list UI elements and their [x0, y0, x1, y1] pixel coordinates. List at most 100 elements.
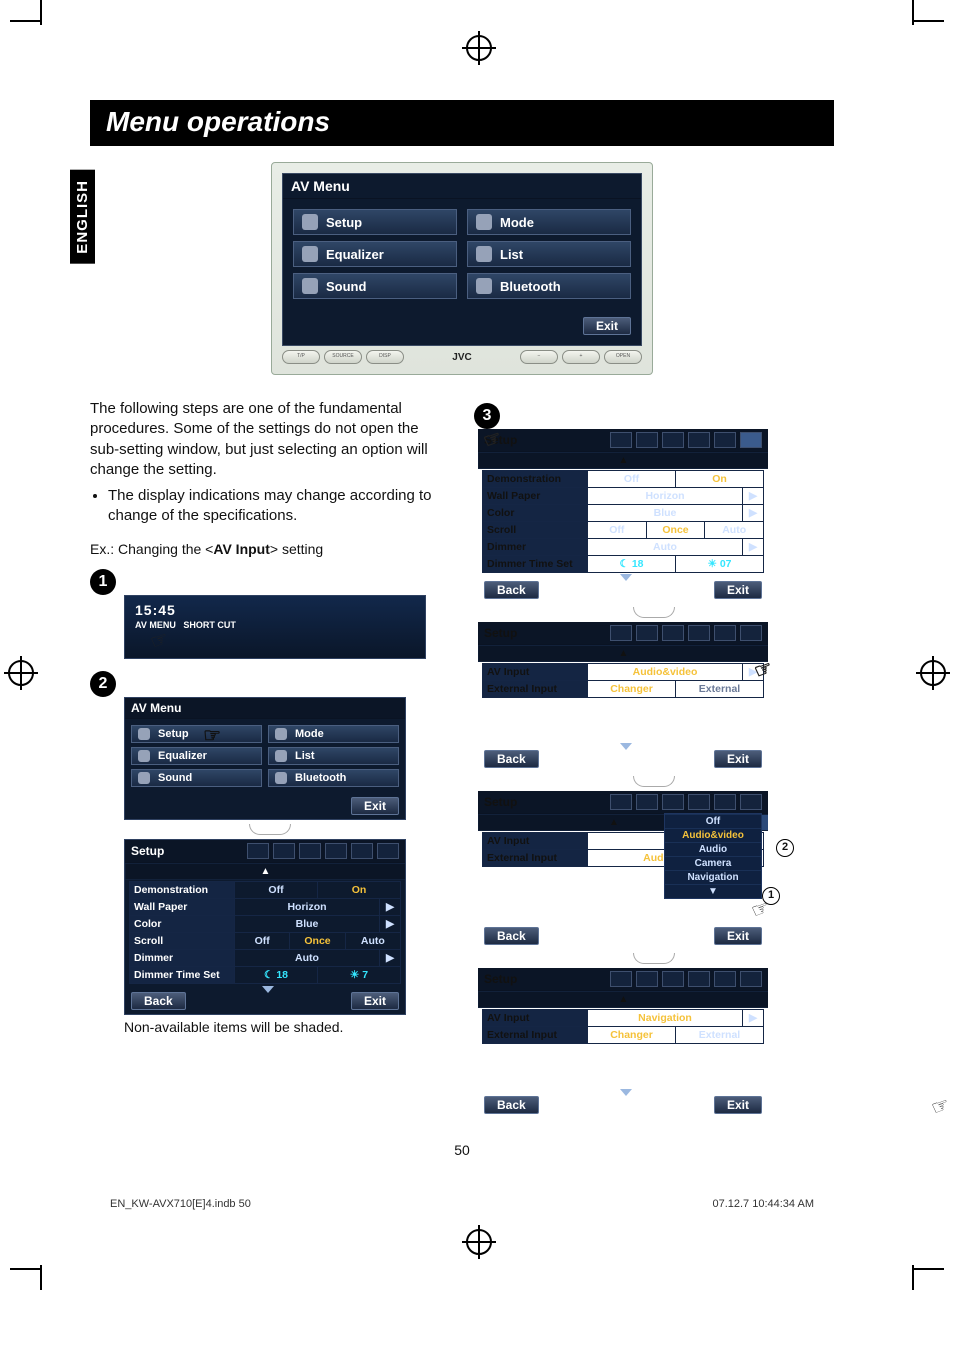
av-menu-item-list[interactable]: List — [467, 241, 631, 267]
scroll-up-button[interactable]: ▲ — [125, 864, 405, 879]
seg-off[interactable]: Off — [234, 882, 317, 898]
tab-icon[interactable] — [714, 432, 736, 448]
tab-icon[interactable] — [714, 971, 736, 987]
seg-value[interactable]: Navigation — [587, 1010, 742, 1026]
phys-btn-source[interactable]: SOURCE — [324, 350, 362, 364]
chevron-right-icon[interactable]: ▶ — [742, 1010, 763, 1026]
tab-icon[interactable] — [273, 843, 295, 859]
seg-value[interactable]: Auto — [234, 950, 379, 966]
tab-icon[interactable] — [740, 971, 762, 987]
av-menu-item-list[interactable]: List — [268, 747, 399, 765]
phys-btn-plus[interactable]: + — [562, 350, 600, 364]
seg-on[interactable]: On — [675, 471, 763, 487]
seg-value[interactable]: Audio&video — [587, 664, 742, 680]
back-button[interactable]: Back — [484, 1096, 539, 1114]
av-menu-item-equalizer[interactable]: Equalizer — [293, 241, 457, 267]
phys-btn-disp[interactable]: DISP — [366, 350, 404, 364]
seg-external[interactable]: External — [675, 681, 763, 697]
av-menu-item-mode[interactable]: Mode — [268, 725, 399, 743]
dd-item[interactable]: Audio — [665, 842, 761, 856]
seg-external[interactable]: External — [675, 1027, 763, 1043]
exit-button[interactable]: Exit — [351, 992, 399, 1010]
seg-changer[interactable]: Changer — [587, 1027, 675, 1043]
tab-icon[interactable] — [325, 843, 347, 859]
tab-icon[interactable] — [610, 794, 632, 810]
back-button[interactable]: Back — [484, 750, 539, 768]
exit-button[interactable]: Exit — [714, 581, 762, 599]
tab-icon[interactable] — [610, 625, 632, 641]
seg-off[interactable]: Off — [234, 933, 289, 949]
av-menu-item-equalizer[interactable]: Equalizer — [131, 747, 262, 765]
tab-icon[interactable] — [636, 625, 658, 641]
scroll-up-button[interactable]: ▲ — [478, 453, 768, 468]
tab-icon[interactable] — [636, 794, 658, 810]
scroll-down-button[interactable]: ▼ — [665, 884, 761, 898]
tab-icon[interactable] — [636, 432, 658, 448]
dd-item[interactable]: Audio&video — [665, 828, 761, 842]
tab-icon[interactable] — [714, 794, 736, 810]
phys-btn-tp[interactable]: T/P — [282, 350, 320, 364]
tab-icon[interactable] — [610, 971, 632, 987]
scroll-down-button[interactable] — [620, 581, 632, 599]
dd-item[interactable]: Off — [665, 814, 761, 828]
tab-icon[interactable] — [662, 794, 684, 810]
chevron-right-icon[interactable]: ▶ — [742, 539, 763, 555]
tab-icon[interactable] — [688, 625, 710, 641]
seg-value[interactable]: Blue — [587, 505, 742, 521]
tab-icon[interactable] — [688, 971, 710, 987]
scroll-down-button[interactable] — [262, 993, 274, 1008]
exit-button[interactable]: Exit — [351, 797, 399, 815]
av-menu-item-bluetooth[interactable]: Bluetooth — [467, 273, 631, 299]
scroll-down-button[interactable] — [620, 750, 632, 768]
seg-on[interactable]: On — [317, 882, 400, 898]
av-menu-item-sound[interactable]: Sound — [131, 769, 262, 787]
exit-button[interactable]: Exit — [714, 750, 762, 768]
tab-icon[interactable] — [662, 432, 684, 448]
seg-night[interactable]: ☾ 18 — [234, 967, 317, 983]
chevron-right-icon[interactable]: ▶ — [379, 899, 400, 915]
seg-auto[interactable]: Auto — [704, 522, 763, 538]
seg-auto[interactable]: Auto — [345, 933, 400, 949]
tab-icon[interactable] — [688, 432, 710, 448]
tab-icon[interactable] — [740, 794, 762, 810]
seg-changer[interactable]: Changer — [587, 681, 675, 697]
seg-once[interactable]: Once — [289, 933, 344, 949]
exit-button[interactable]: Exit — [583, 317, 631, 335]
av-menu-item-sound[interactable]: Sound — [293, 273, 457, 299]
tab-icon[interactable] — [247, 843, 269, 859]
tab-icon[interactable] — [740, 625, 762, 641]
seg-day[interactable]: ☀ 07 — [675, 556, 763, 572]
exit-button[interactable]: Exit — [714, 1096, 762, 1114]
tab-icon[interactable] — [714, 625, 736, 641]
seg-once[interactable]: Once — [646, 522, 705, 538]
dd-item[interactable]: Navigation — [665, 870, 761, 884]
phys-btn-minus[interactable]: − — [520, 350, 558, 364]
av-menu-item-setup[interactable]: Setup — [131, 725, 262, 743]
scroll-down-button[interactable] — [620, 1096, 632, 1114]
tab-icon[interactable] — [740, 432, 762, 448]
tab-icon[interactable] — [610, 432, 632, 448]
seg-value[interactable]: Horizon — [234, 899, 379, 915]
chevron-right-icon[interactable]: ▶ — [742, 488, 763, 504]
back-button[interactable]: Back — [484, 581, 539, 599]
back-button[interactable]: Back — [484, 927, 539, 945]
tab-icon[interactable] — [636, 971, 658, 987]
seg-value[interactable]: Auto — [587, 539, 742, 555]
tab-icon[interactable] — [662, 625, 684, 641]
tab-icon[interactable] — [662, 971, 684, 987]
scroll-up-button[interactable]: ▲ — [478, 646, 768, 661]
dd-item[interactable]: Camera — [665, 856, 761, 870]
chevron-right-icon[interactable]: ▶ — [379, 916, 400, 932]
av-menu-item-setup[interactable]: Setup — [293, 209, 457, 235]
av-menu-item-mode[interactable]: Mode — [467, 209, 631, 235]
seg-day[interactable]: ☀ 7 — [317, 967, 400, 983]
tab-icon[interactable] — [351, 843, 373, 859]
exit-button[interactable]: Exit — [714, 927, 762, 945]
tab-icon[interactable] — [377, 843, 399, 859]
chevron-right-icon[interactable]: ▶ — [379, 950, 400, 966]
scroll-up-button[interactable]: ▲ — [478, 992, 768, 1007]
seg-night[interactable]: ☾ 18 — [587, 556, 675, 572]
phys-btn-open[interactable]: OPEN — [604, 350, 642, 364]
seg-value[interactable]: Blue — [234, 916, 379, 932]
back-button[interactable]: Back — [131, 992, 186, 1010]
